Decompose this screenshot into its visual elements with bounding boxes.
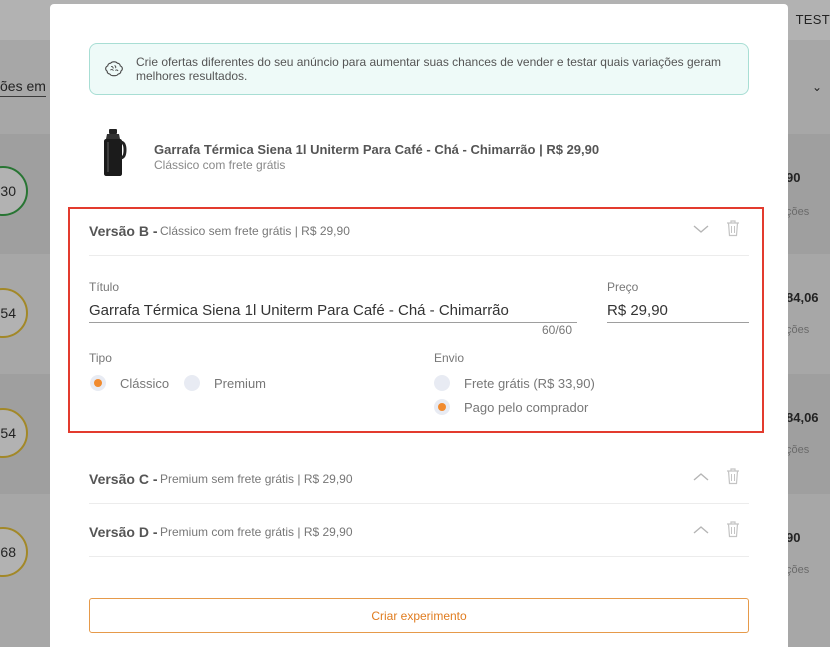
version-d-header[interactable]: Versão D - Premium com frete grátis | R$…: [89, 505, 749, 557]
shipping-option-free[interactable]: Frete grátis (R$ 33,90): [434, 375, 595, 391]
tip-banner: Crie ofertas diferentes do seu anúncio p…: [89, 43, 749, 95]
version-b-header[interactable]: Versão B - Clássico sem frete grátis | R…: [89, 204, 749, 256]
radio-selected-icon: [90, 375, 106, 391]
trash-icon[interactable]: [726, 219, 740, 237]
shipping-option-label: Pago pelo comprador: [464, 399, 589, 415]
version-d-title: Versão D -: [89, 524, 158, 540]
type-option-classico[interactable]: Clássico: [90, 375, 169, 391]
trash-icon[interactable]: [726, 520, 740, 538]
tip-text: Crie ofertas diferentes do seu anúncio p…: [136, 55, 721, 83]
type-option-premium[interactable]: Premium: [184, 375, 266, 391]
shipping-option-buyer[interactable]: Pago pelo comprador: [434, 399, 588, 415]
type-option-label: Premium: [214, 375, 267, 391]
create-experiment-button[interactable]: Criar experimento: [89, 598, 749, 633]
trash-icon[interactable]: [726, 467, 740, 485]
price-underline: [607, 322, 749, 323]
price-label: Preço: [607, 280, 639, 294]
version-b-title: Versão B -: [89, 223, 158, 239]
shipping-label: Envio: [434, 351, 465, 365]
version-c-title: Versão C -: [89, 471, 158, 487]
version-d-description: Premium com frete grátis | R$ 29,90: [160, 525, 353, 539]
version-c-header[interactable]: Versão C - Premium sem frete grátis | R$…: [89, 452, 749, 504]
title-counter: 60/60: [542, 323, 573, 337]
type-option-label: Clássico: [120, 375, 170, 391]
thermos-thumbnail: [104, 129, 127, 176]
radio-selected-icon: [434, 399, 450, 415]
brain-icon: [105, 61, 123, 77]
product-subtitle: Clássico com frete grátis: [154, 158, 286, 172]
title-underline: [89, 322, 577, 323]
radio-unselected-icon: [434, 375, 450, 391]
experiment-modal: Crie ofertas diferentes do seu anúncio p…: [50, 4, 788, 647]
radio-unselected-icon: [184, 375, 200, 391]
title-label: Título: [89, 280, 120, 294]
title-input[interactable]: Garrafa Térmica Siena 1l Uniterm Para Ca…: [89, 302, 509, 319]
product-summary: Garrafa Térmica Siena 1l Uniterm Para Ca…: [89, 126, 749, 186]
chevron-down-icon[interactable]: [692, 220, 710, 238]
chevron-up-icon[interactable]: [692, 521, 710, 539]
product-name: Garrafa Térmica Siena 1l Uniterm Para Ca…: [154, 142, 600, 157]
shipping-option-label: Frete grátis (R$ 33,90): [464, 375, 595, 391]
version-b-description: Clássico sem frete grátis | R$ 29,90: [160, 224, 350, 238]
version-c-description: Premium sem frete grátis | R$ 29,90: [160, 472, 353, 486]
price-input[interactable]: R$ 29,90: [607, 302, 668, 319]
type-label: Tipo: [89, 351, 112, 365]
chevron-up-icon[interactable]: [692, 468, 710, 486]
